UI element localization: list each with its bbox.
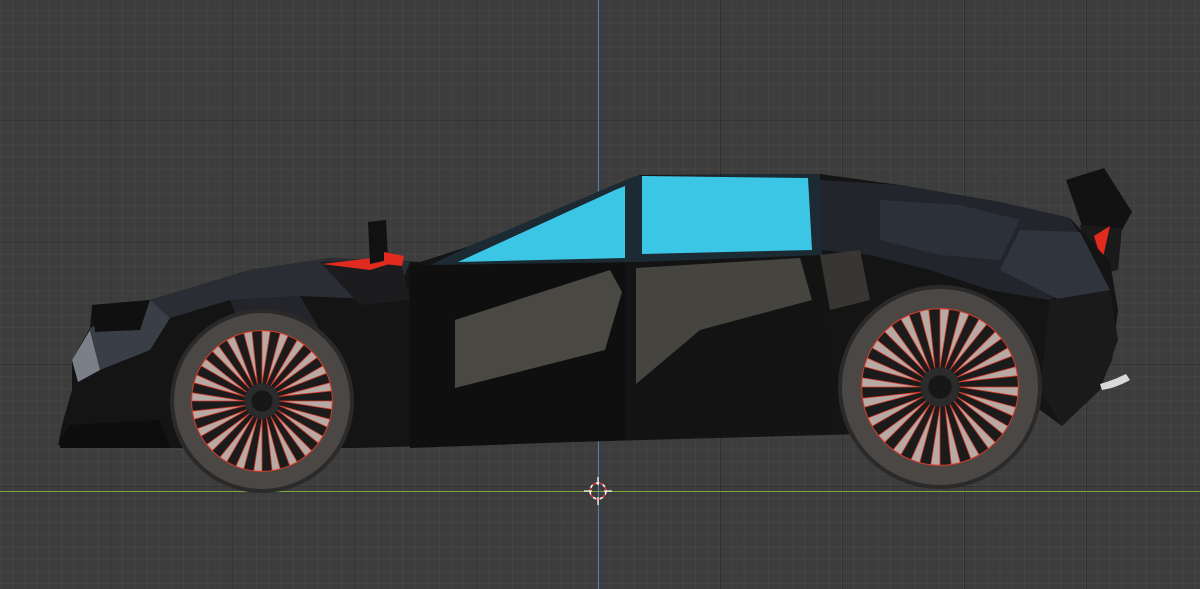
rear-window [642,176,812,254]
3d-viewport[interactable] [0,0,1200,589]
windows[interactable] [430,174,822,265]
3d-cursor-icon[interactable] [584,477,612,505]
front-wheel[interactable] [170,309,354,493]
front-window [458,186,625,262]
rear-wheel[interactable] [838,285,1042,489]
